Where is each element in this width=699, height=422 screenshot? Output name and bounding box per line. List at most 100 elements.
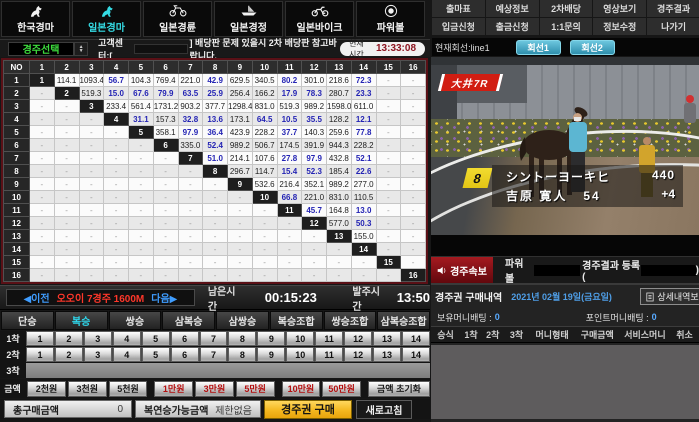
odds-cell: 1731.2 — [153, 100, 178, 113]
number-button[interactable]: 8 — [228, 347, 256, 362]
amount-button[interactable]: 50만원 — [322, 381, 361, 397]
buy-ticket-button[interactable]: 경주권 구매 — [264, 400, 352, 419]
odds-cell: - — [401, 113, 426, 126]
detail-view-button[interactable]: 상세내역보기 — [640, 288, 699, 305]
number-button[interactable]: 10 — [286, 347, 314, 362]
sport-tab[interactable]: 파워볼 — [356, 1, 425, 37]
race-nav: ◀이전 오오이 7경주 1600M 다음▶ — [6, 289, 195, 306]
amount-button[interactable]: 금액 초기화 — [368, 381, 430, 397]
race-select-stepper[interactable]: ▲▼ — [74, 42, 88, 56]
news-ticker: 경주속보 파워볼 경주결과 등록( ) — [431, 256, 699, 283]
number-button[interactable]: 14 — [402, 331, 430, 346]
amount-button[interactable]: 3천원 — [68, 381, 107, 397]
detail-view-label: 상세내역보기 — [657, 290, 699, 303]
amount-button[interactable]: 1만원 — [154, 381, 193, 397]
number-button[interactable]: 13 — [373, 347, 401, 362]
top-menu-button[interactable]: 입금신청 — [432, 18, 485, 35]
sport-tab[interactable]: 일본경정 — [214, 1, 283, 37]
number-button[interactable]: 1 — [26, 347, 54, 362]
race-info-bar: ◀이전 오오이 7경주 1600M 다음▶ 남은시간 00:15:23 발주시간… — [0, 285, 430, 310]
bet-type-tab[interactable]: 삼복승 — [162, 311, 215, 330]
top-menu-button[interactable]: 예상정보 — [486, 0, 539, 17]
bet-type-tab[interactable]: 단승 — [1, 311, 54, 330]
odds-cell: 157.3 — [153, 113, 178, 126]
odds-cell: - — [79, 178, 104, 191]
odds-matrix: NO1234567891011121314151611114.11093.456… — [1, 58, 428, 284]
top-menu-button[interactable]: 영상보기 — [593, 0, 646, 17]
number-button[interactable]: 2 — [55, 331, 83, 346]
number-button[interactable]: 10 — [286, 331, 314, 346]
number-button[interactable]: 6 — [171, 347, 199, 362]
prev-race-button[interactable]: ◀이전 — [23, 290, 49, 305]
odds-row-header: 1 — [4, 74, 30, 87]
line1-button[interactable]: 회선1 — [516, 40, 561, 55]
odds-cell: 97.9 — [178, 126, 203, 139]
number-button[interactable]: 2 — [55, 347, 83, 362]
odds-cell: - — [327, 256, 352, 269]
odds-cell: - — [252, 230, 277, 243]
top-menu-button[interactable]: 출마표 — [432, 0, 485, 17]
top-menu-button[interactable]: 2차배당 — [540, 0, 593, 17]
sport-tab[interactable]: 한국경마 — [1, 1, 70, 37]
odds-cell: - — [327, 269, 352, 282]
odds-cell: 97.9 — [302, 152, 327, 165]
number-button[interactable]: 4 — [113, 331, 141, 346]
number-button[interactable]: 7 — [200, 331, 228, 346]
number-button[interactable]: 8 — [228, 331, 256, 346]
bet-type-tab[interactable]: 쌍승조합 — [324, 311, 377, 330]
number-button[interactable]: 14 — [402, 347, 430, 362]
odds-cell: - — [376, 269, 401, 282]
top-menu-button[interactable]: 경주결과 — [647, 0, 699, 17]
top-menu-button[interactable]: 나가기 — [647, 18, 699, 35]
bet-type-tab[interactable]: 복승조합 — [270, 311, 323, 330]
number-button[interactable]: 11 — [315, 347, 343, 362]
pick-row-label: 2착 — [0, 347, 26, 362]
sport-tab[interactable]: 일본바이크 — [285, 1, 354, 37]
number-button[interactable]: 6 — [171, 331, 199, 346]
number-button[interactable]: 5 — [142, 331, 170, 346]
bet-type-tab[interactable]: 쌍승 — [109, 311, 162, 330]
number-button[interactable]: 4 — [113, 347, 141, 362]
amount-button[interactable]: 10만원 — [282, 381, 321, 397]
amount-button[interactable]: 3만원 — [195, 381, 234, 397]
number-button[interactable]: 13 — [373, 331, 401, 346]
odds-cell: - — [178, 269, 203, 282]
number-button[interactable]: 11 — [315, 331, 343, 346]
sport-tab[interactable]: 일본경륜 — [143, 1, 212, 37]
odds-cell: - — [104, 139, 129, 152]
odds-cell: 36.4 — [203, 126, 228, 139]
odds-cell: - — [376, 152, 401, 165]
bet-type-tab[interactable]: 삼복승조합 — [377, 311, 430, 330]
number-button[interactable]: 9 — [257, 331, 285, 346]
bet-type-tab[interactable]: 삼쌍승 — [216, 311, 269, 330]
line2-button[interactable]: 회선2 — [570, 40, 615, 55]
amount-button[interactable]: 5천원 — [109, 381, 148, 397]
odds-cell: - — [252, 204, 277, 217]
amount-button[interactable]: 2천원 — [27, 381, 66, 397]
top-menu-button[interactable]: 정보수정 — [593, 18, 646, 35]
race-select-button[interactable]: 경주선택 — [8, 42, 74, 56]
amount-button[interactable]: 5만원 — [236, 381, 275, 397]
limit-label: 복연승가능금액 — [144, 402, 208, 417]
odds-cell: 164.8 — [327, 204, 352, 217]
next-race-button[interactable]: 다음▶ — [151, 290, 177, 305]
bet-type-tab[interactable]: 복승 — [55, 311, 108, 330]
number-button[interactable]: 12 — [344, 331, 372, 346]
ticker-text: 파워볼 경주결과 등록( ) — [505, 255, 699, 285]
number-button[interactable]: 9 — [257, 347, 285, 362]
sport-tab[interactable]: 일본경마 — [72, 1, 141, 37]
number-button[interactable]: 1 — [26, 331, 54, 346]
odds-diagonal-cell: 3 — [79, 100, 104, 113]
number-button[interactable]: 3 — [84, 347, 112, 362]
refresh-button[interactable]: 새로고침 — [356, 400, 412, 419]
race-news-button[interactable]: 경주속보 — [431, 257, 493, 284]
number-button[interactable]: 12 — [344, 347, 372, 362]
odds-cell: - — [129, 243, 154, 256]
number-button[interactable]: 5 — [142, 347, 170, 362]
odds-cell: - — [203, 269, 228, 282]
number-button[interactable]: 3 — [84, 331, 112, 346]
jockey-weight: 54 — [583, 189, 600, 203]
number-button[interactable]: 7 — [200, 347, 228, 362]
top-menu-button[interactable]: 출금신청 — [486, 18, 539, 35]
top-menu-button[interactable]: 1:1문의 — [540, 18, 593, 35]
